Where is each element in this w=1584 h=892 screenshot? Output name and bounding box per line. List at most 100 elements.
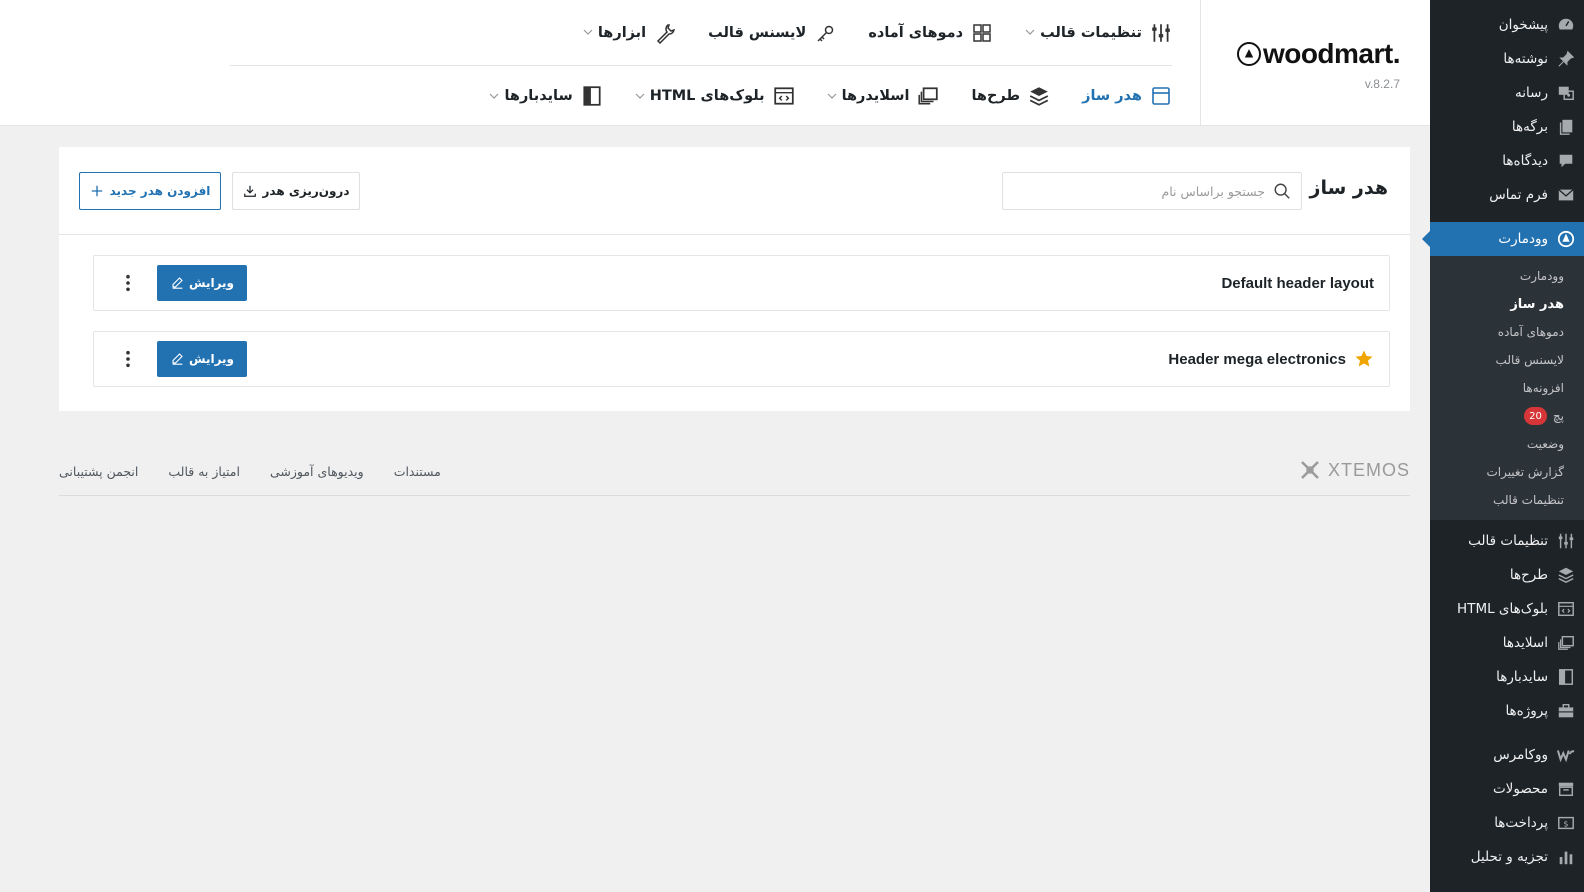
mail-icon [1548, 186, 1584, 204]
chevron-down-icon [827, 91, 837, 102]
sidebar-item-label: تجزیه و تحلیل [1470, 849, 1548, 865]
import-header-button[interactable]: درون‌ریزی هدر [232, 172, 360, 210]
sidebar-item-analytics[interactable]: تجزیه و تحلیل [1430, 840, 1584, 874]
key-icon [814, 22, 836, 44]
sidebar-item-label: پیشخوان [1498, 17, 1548, 33]
header-name: Default header layout [1221, 274, 1374, 292]
submenu-item[interactable]: وضعیت [1430, 430, 1584, 458]
search-input[interactable] [1025, 183, 1265, 199]
sidebar-item-html-block[interactable]: بلوک‌های HTML [1430, 592, 1584, 626]
sidebar-item-pages[interactable]: برگه‌ها [1430, 110, 1584, 144]
sidebar-item-label: محصولات [1492, 781, 1548, 797]
update-count-badge: 20 [1524, 407, 1547, 425]
submenu-item[interactable]: گزارش تغییرات [1430, 458, 1584, 486]
woocommerce-icon [1548, 746, 1584, 764]
submenu-item[interactable]: هدر ساز [1430, 290, 1584, 318]
submenu-item[interactable]: دموهای آماده [1430, 318, 1584, 346]
admin-sidebar: پیشخوان نوشته‌ها رسانه برگه‌ها دیدگاه‌ها فرم … [1422, 0, 1584, 892]
topnav-secondary: هدر ساز طرح‌ها اسلایدرها بلوک‌های HTML سایدب… [457, 66, 1172, 126]
header-icon [1150, 85, 1172, 107]
woodmart-submenu: وودمارت هدر ساز دموهای آماده لایسنس قالب افز… [1430, 256, 1584, 520]
sidebar-item-slides[interactable]: اسلایدها [1430, 626, 1584, 660]
footer-links: مستندات ویدیوهای آموزشی امتیاز به قالب انجم… [59, 464, 441, 479]
edit-header-button[interactable]: ویرایش [157, 341, 247, 377]
sidebar-item-layers[interactable]: طرح‌ها [1430, 558, 1584, 592]
version-label: v.8.2.7 [1364, 77, 1400, 91]
search-icon [1273, 182, 1291, 200]
footer-link[interactable]: ویدیوهای آموزشی [270, 464, 364, 479]
sidebar-item-media[interactable]: رسانه [1430, 76, 1584, 110]
sidebar-item-mail[interactable]: فرم تماس [1430, 178, 1584, 212]
woodmart-logo[interactable]: woodmart. [1236, 38, 1401, 70]
sidebar-item-label: پروژه‌ها [1505, 703, 1548, 719]
sidebar-icon [581, 85, 603, 107]
brand-area: woodmart. v.8.2.7 [1200, 0, 1430, 126]
sidebar-item-woodmart[interactable]: وودمارت [1422, 222, 1584, 256]
page-title: هدر ساز [1309, 177, 1388, 199]
header-builder-card: هدر ساز درون‌ریزی هدر افزودن هدر جدید De… [59, 147, 1410, 411]
topnav-item-header[interactable]: هدر ساز [1082, 85, 1172, 107]
more-options-icon[interactable] [120, 347, 136, 371]
header-row: Default header layout ویرایش [93, 255, 1390, 311]
sidebar-item-label: رسانه [1515, 85, 1548, 101]
pencil-icon [170, 352, 184, 366]
sidebar-item-comments[interactable]: دیدگاه‌ها [1430, 144, 1584, 178]
star-icon[interactable] [1354, 349, 1374, 369]
sidebar-item-archive[interactable]: محصولات [1430, 772, 1584, 806]
comments-icon [1548, 152, 1584, 170]
xtemos-logo[interactable]: XTEMOS [1298, 458, 1410, 482]
footer-link[interactable]: انجمن پشتیبانی [59, 464, 138, 479]
more-options-icon[interactable] [120, 271, 136, 295]
search-box[interactable] [1002, 172, 1302, 210]
woodmart-topbar: woodmart. v.8.2.7 تنظیمات قالب دموهای آما… [0, 0, 1430, 126]
chevron-down-icon [489, 91, 499, 102]
topnav-item-sliders[interactable]: تنظیمات قالب [1025, 22, 1172, 44]
submenu-item[interactable]: لایسنس قالب [1430, 346, 1584, 374]
pencil-icon [170, 276, 184, 290]
pages-icon [1548, 118, 1584, 136]
html-block-icon [773, 85, 795, 107]
footer-link[interactable]: مستندات [394, 464, 441, 479]
sidebar-item-label: اسلایدها [1502, 635, 1548, 651]
sidebar-item-pin[interactable]: نوشته‌ها [1430, 42, 1584, 76]
sidebar-item-label: طرح‌ها [1509, 567, 1548, 583]
topnav-item-layers[interactable]: طرح‌ها [971, 85, 1050, 107]
sidebar-item-sliders[interactable]: تنظیمات قالب [1430, 524, 1584, 558]
archive-icon [1548, 780, 1584, 798]
pin-icon [1548, 50, 1584, 68]
chevron-down-icon [635, 91, 645, 102]
footer: XTEMOS مستندات ویدیوهای آموزشی امتیاز به ق… [59, 452, 1410, 496]
woodmart-logo-icon [1236, 42, 1261, 66]
topnav-item-slides[interactable]: اسلایدرها [827, 85, 940, 107]
sidebar-item-label: تنظیمات قالب [1468, 533, 1548, 549]
submenu-item[interactable]: تنظیمات قالب [1430, 486, 1584, 514]
slides-icon [917, 85, 939, 107]
topnav-primary: تنظیمات قالب دموهای آماده لایسنس قالب ابزار… [230, 0, 1172, 66]
submenu-item[interactable]: پچ 20 [1430, 402, 1584, 430]
header-name: Header mega electronics [1168, 350, 1346, 368]
layers-icon [1028, 85, 1050, 107]
submenu-item[interactable]: افزونه‌ها [1430, 374, 1584, 402]
sidebar-item-label: ووکامرس [1493, 747, 1548, 763]
topnav-item-key[interactable]: لایسنس قالب [708, 22, 836, 44]
sidebar-item-payments[interactable]: $ پرداخت‌ها [1430, 806, 1584, 840]
sidebar-item-dashboard[interactable]: پیشخوان [1430, 8, 1584, 42]
header-row: Header mega electronics ویرایش [93, 331, 1390, 387]
grid-icon [971, 22, 993, 44]
footer-link[interactable]: امتیاز به قالب [168, 464, 240, 479]
plus-icon [90, 184, 104, 198]
topnav-item-wrench[interactable]: ابزارها [583, 22, 676, 44]
sidebar-item-briefcase[interactable]: پروژه‌ها [1430, 694, 1584, 728]
sidebar-item-woocommerce[interactable]: ووکامرس [1430, 738, 1584, 772]
html-block-icon [1548, 600, 1584, 618]
submenu-item[interactable]: وودمارت [1430, 262, 1584, 290]
topnav-item-html-block[interactable]: بلوک‌های HTML [635, 85, 795, 107]
add-header-button[interactable]: افزودن هدر جدید [79, 172, 221, 210]
topnav-item-sidebar[interactable]: سایدبارها [489, 85, 602, 107]
analytics-icon [1548, 848, 1584, 866]
edit-header-button[interactable]: ویرایش [157, 265, 247, 301]
dashboard-icon [1548, 16, 1584, 34]
card-header: هدر ساز درون‌ریزی هدر افزودن هدر جدید [59, 147, 1410, 235]
sidebar-item-sidebar[interactable]: سایدبارها [1430, 660, 1584, 694]
topnav-item-grid[interactable]: دموهای آماده [868, 22, 993, 44]
